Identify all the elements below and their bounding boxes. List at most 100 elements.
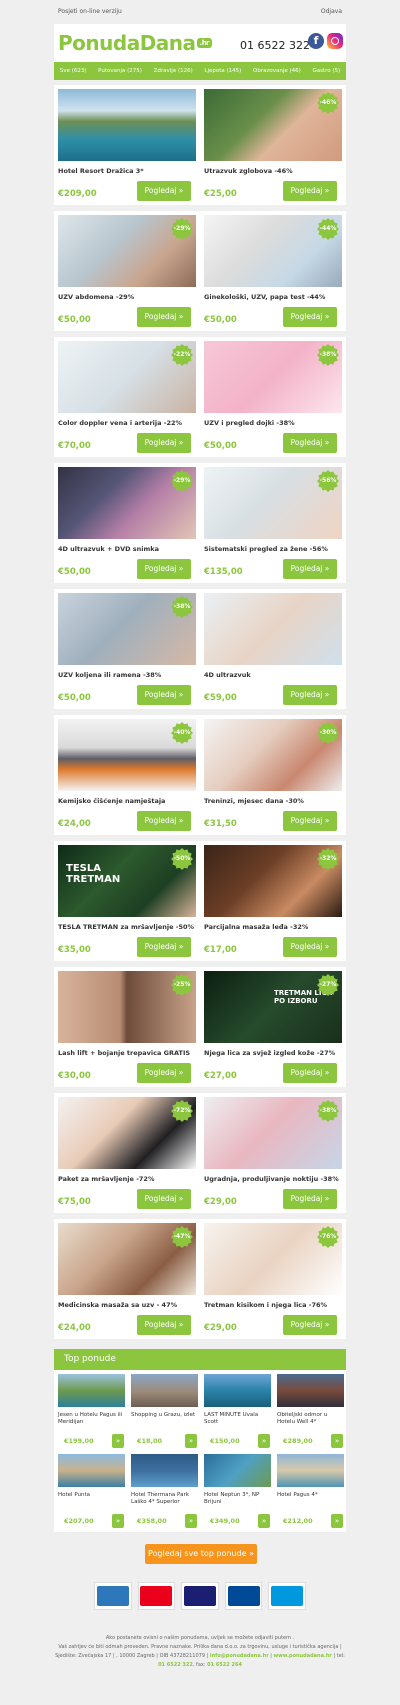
offer-image[interactable]: -46% [204,89,342,161]
top-offer-image[interactable] [277,1454,344,1487]
offer-image[interactable]: -44% [204,215,342,287]
offer-card[interactable]: 4D ultrazvuk €59,00 Pogledaj » [200,589,346,709]
offer-image[interactable] [58,89,196,161]
footer-email-link[interactable]: info@ponudadana.hr [210,1653,269,1659]
instagram-icon[interactable] [327,33,343,49]
offer-card[interactable]: -38% UZV koljena ili ramena -38% €50,00 Pog… [54,589,200,709]
view-offer-button[interactable]: Pogledaj » [283,937,337,957]
view-offer-button[interactable]: Pogledaj » [283,1315,337,1335]
top-offer-card[interactable]: Hotel Neptun 3*, NP Brijuni €349,00 » [202,1450,273,1530]
offer-title[interactable]: Utrazvuk zglobova -46% [204,167,293,175]
offer-title[interactable]: 4D ultrazvuk [204,671,251,679]
offer-card[interactable]: -38% Ugradnja, produljivanje noktiju -38%… [200,1093,346,1213]
offer-card[interactable]: -47% Medicinska masaža sa uzv - 47% €24,00… [54,1219,200,1339]
offer-title[interactable]: UZV i pregled dojki -38% [204,419,295,427]
offer-title[interactable]: Medicinska masaža sa uzv - 47% [58,1301,177,1309]
logo[interactable]: PonudaDana .hr [58,31,213,55]
top-offer-card[interactable]: Hotel Thermana Park Laško 4* Superior €35… [129,1450,200,1530]
top-offer-card[interactable]: Obiteljski odmor u Hotelu Well 4* €289,00… [275,1370,346,1450]
offer-title[interactable]: Color doppler vena i arterija -22% [58,419,182,427]
top-offer-image[interactable] [131,1374,198,1407]
logout-link[interactable]: Odjava [321,8,342,15]
view-offer-button[interactable]: Pogledaj » [283,1063,337,1083]
view-offer-button[interactable]: Pogledaj » [283,307,337,327]
offer-image[interactable]: -56% [204,467,342,539]
top-offer-button[interactable]: » [331,1434,343,1448]
offer-image[interactable]: -25% [58,971,196,1043]
view-offer-button[interactable]: Pogledaj » [283,433,337,453]
view-offer-button[interactable]: Pogledaj » [137,811,191,831]
view-offer-button[interactable]: Pogledaj » [137,685,191,705]
offer-image[interactable] [204,593,342,665]
top-offer-name[interactable]: Hotel Pagus 4* [277,1492,346,1499]
offer-title[interactable]: TESLA TRETMAN za mršavljenje -50% [58,923,194,931]
top-offer-image[interactable] [58,1454,125,1487]
top-offer-image[interactable] [131,1454,198,1487]
offer-card[interactable]: TRETMAN LICA PO IZBORU-27% Njega lica za … [200,967,346,1087]
top-offer-card[interactable]: LAST MINUTE Uvala Scott €150,00 » [202,1370,273,1450]
offer-card[interactable]: -38% UZV i pregled dojki -38% €50,00 Pogled… [200,337,346,457]
top-offer-button[interactable]: » [185,1514,197,1528]
top-offer-card[interactable]: Hotel Pagus 4* €212,00 » [275,1450,346,1530]
offer-card[interactable]: Hotel Resort Dražica 3* €209,00 Pogledaj » [54,85,200,205]
top-offer-image[interactable] [204,1454,271,1487]
offer-card[interactable]: TESLA TRETMAN -50% TESLA TRETMAN za mršavl… [54,841,200,961]
view-offer-button[interactable]: Pogledaj » [137,1063,191,1083]
offer-title[interactable]: Parcijalna masaža leđa -32% [204,923,308,931]
offer-title[interactable]: 4D ultrazvuk + DVD snimka [58,545,159,553]
offer-card[interactable]: -30% Treninzi, mjesec dana -30% €31,50 Pogl… [200,715,346,835]
offer-card[interactable]: -32% Parcijalna masaža leđa -32% €17,00 Pog… [200,841,346,961]
view-offer-button[interactable]: Pogledaj » [137,1189,191,1209]
top-offer-button[interactable]: » [331,1514,343,1528]
offer-card[interactable]: -25% Lash lift + bojanje trepavica GRATIS… [54,967,200,1087]
offer-card[interactable]: -46% Utrazvuk zglobova -46% €25,00 Pogledaj… [200,85,346,205]
view-offer-button[interactable]: Pogledaj » [283,181,337,201]
offer-card[interactable]: -40% Kemijsko čišćenje namještaja €24,00 Po… [54,715,200,835]
facebook-icon[interactable]: f [308,33,324,49]
view-offer-button[interactable]: Pogledaj » [283,559,337,579]
top-offer-name[interactable]: Jesen u Hotelu Pagus ili Meridijan [58,1412,127,1426]
top-offer-name[interactable]: LAST MINUTE Uvala Scott [204,1412,273,1426]
offer-image[interactable]: TRETMAN LICA PO IZBORU-27% [204,971,342,1043]
top-offer-name[interactable]: Hotel Thermana Park Laško 4* Superior [131,1492,200,1506]
offer-title[interactable]: UZV koljena ili ramena -38% [58,671,161,679]
top-offer-image[interactable] [204,1374,271,1407]
offer-image[interactable]: -38% [58,593,196,665]
view-offer-button[interactable]: Pogledaj » [137,1315,191,1335]
top-offer-button[interactable]: » [185,1434,197,1448]
footer-site-link[interactable]: www.ponudadana.hr [274,1653,332,1659]
offer-title[interactable]: Treninzi, mjesec dana -30% [204,797,304,805]
offer-title[interactable]: Lash lift + bojanje trepavica GRATIS [58,1049,190,1057]
nav-item-sve[interactable]: Sve (623) [60,68,87,74]
offer-image[interactable]: -76% [204,1223,342,1295]
offer-image[interactable]: -32% [204,845,342,917]
offer-image[interactable]: -40% [58,719,196,791]
nav-item-ljepota[interactable]: Ljepota (145) [204,68,241,74]
top-offer-name[interactable]: Shopping u Grazu, izlet [131,1412,200,1419]
top-offer-button[interactable]: » [112,1514,124,1528]
offer-title[interactable]: Tretman kisikom i njega lica -76% [204,1301,327,1309]
offer-image[interactable]: -22% [58,341,196,413]
offer-title[interactable]: Kemijsko čišćenje namještaja [58,797,165,805]
offer-image[interactable]: TESLA TRETMAN -50% [58,845,196,917]
offer-card[interactable]: -44% Ginekološki, UZV, papa test -44% €50,… [200,211,346,331]
offer-card[interactable]: -29% 4D ultrazvuk + DVD snimka €50,00 Pogle… [54,463,200,583]
view-offer-button[interactable]: Pogledaj » [283,811,337,831]
view-offer-button[interactable]: Pogledaj » [283,1189,337,1209]
online-version-link[interactable]: Posjeti on-line verziju [58,8,122,15]
offer-title[interactable]: Hotel Resort Dražica 3* [58,167,144,175]
offer-image[interactable]: -38% [204,341,342,413]
offer-image[interactable]: -30% [204,719,342,791]
offer-title[interactable]: Njega lica za svjež izgled kože -27% [204,1049,335,1057]
view-offer-button[interactable]: Pogledaj » [137,181,191,201]
view-offer-button[interactable]: Pogledaj » [283,685,337,705]
offer-card[interactable]: -56% Sistematski pregled za žene -56% €135… [200,463,346,583]
top-offer-button[interactable]: » [258,1434,270,1448]
offer-card[interactable]: -29% UZV abdomena -29% €50,00 Pogledaj » [54,211,200,331]
offer-title[interactable]: Ginekološki, UZV, papa test -44% [204,293,325,301]
top-offer-image[interactable] [58,1374,125,1407]
offer-image[interactable]: -72% [58,1097,196,1169]
offer-title[interactable]: Paket za mršavljenje -72% [58,1175,154,1183]
all-top-offers-button[interactable]: Pogledaj sve top ponude » [145,1544,257,1564]
nav-item-putovanja[interactable]: Putovanja (275) [98,68,142,74]
